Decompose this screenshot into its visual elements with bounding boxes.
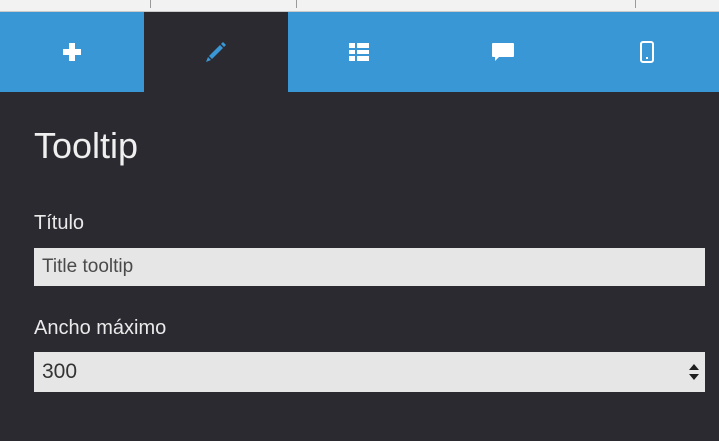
max-width-label: Ancho máximo [34, 317, 167, 339]
mobile-icon [640, 41, 655, 63]
title-input[interactable] [34, 248, 705, 286]
top-strip-divider [635, 0, 636, 8]
tab-list[interactable] [288, 12, 432, 92]
tab-comment[interactable] [431, 12, 575, 92]
tab-mobile[interactable] [575, 12, 719, 92]
tab-edit[interactable] [143, 12, 288, 92]
title-field-label: Título [34, 212, 85, 234]
top-strip-divider [150, 0, 151, 8]
settings-panel: Tooltip Título Ancho máximo 300 [0, 92, 719, 441]
tab-add[interactable] [0, 12, 144, 92]
comment-icon [492, 43, 515, 61]
list-icon [349, 43, 370, 61]
top-strip-divider [296, 0, 297, 8]
toolbar [0, 12, 719, 92]
increment-arrow-icon[interactable] [689, 364, 699, 370]
plus-icon [62, 43, 81, 61]
tooltip-editor: Tooltip Título Ancho máximo 300 [0, 0, 719, 441]
decrement-arrow-icon[interactable] [689, 374, 699, 380]
max-width-input[interactable]: 300 [34, 352, 705, 392]
panel-title: Tooltip [34, 125, 139, 166]
number-stepper[interactable] [683, 352, 705, 392]
top-strip [0, 0, 719, 12]
max-width-value[interactable]: 300 [42, 352, 77, 392]
pencil-icon [205, 42, 226, 62]
